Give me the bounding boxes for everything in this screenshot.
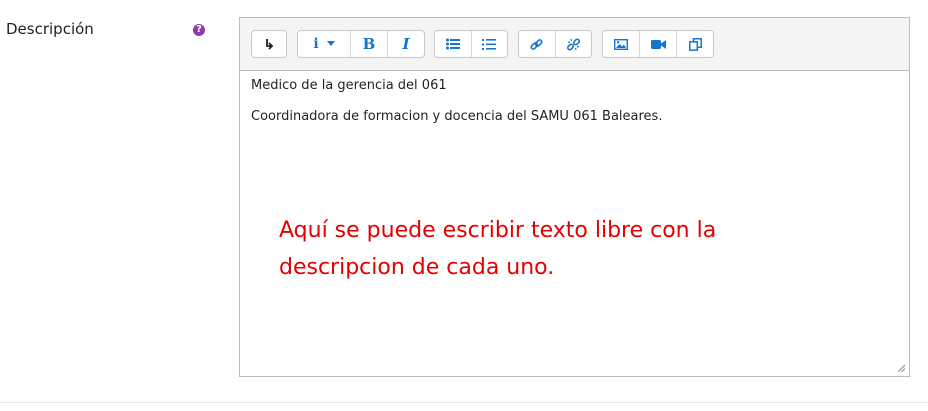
link-button[interactable] [519,31,556,57]
toolbar-group-media [602,30,714,58]
unordered-list-icon [445,38,460,50]
video-icon [650,39,666,49]
unlink-icon [566,37,580,51]
collapse-icon [266,39,274,50]
ordered-list-icon [482,38,497,50]
insert-video-button[interactable] [640,31,677,57]
collapse-toolbar-button[interactable] [252,31,286,57]
editor-toolbar: i B I [240,18,909,71]
media-manager-icon [688,37,702,51]
toolbar-group-collapse [251,30,287,58]
info-icon: i [313,36,319,52]
question-circle-icon[interactable]: ? [193,24,205,36]
info-dropdown-button[interactable]: i [298,31,351,57]
toolbar-group-links [518,30,592,58]
unordered-list-button[interactable] [435,31,472,57]
resize-handle-icon[interactable] [897,364,906,373]
bold-button[interactable]: B [351,31,388,57]
section-divider [0,402,928,403]
link-icon [530,38,543,50]
image-icon [614,38,628,50]
toolbar-group-lists [434,30,508,58]
field-label: Descripción [6,20,94,38]
italic-button[interactable]: I [388,31,424,57]
description-editor[interactable]: i B I Medico de la gerencia del 061 Coor… [239,17,910,377]
chevron-down-icon [326,41,335,46]
unlink-button[interactable] [556,31,592,57]
insert-image-button[interactable] [603,31,640,57]
content-line-2: Coordinadora de formacion y docencia del… [251,109,663,124]
toolbar-group-format: i B I [297,30,425,58]
media-manager-button[interactable] [677,31,713,57]
bold-icon: B [362,35,376,53]
editor-content[interactable]: Medico de la gerencia del 061 Coordinado… [251,78,899,124]
content-line-1: Medico de la gerencia del 061 [251,78,447,93]
ordered-list-button[interactable] [472,31,508,57]
annotation-text: Aquí se puede escribir texto libre con l… [279,218,717,280]
italic-icon: I [402,35,410,53]
